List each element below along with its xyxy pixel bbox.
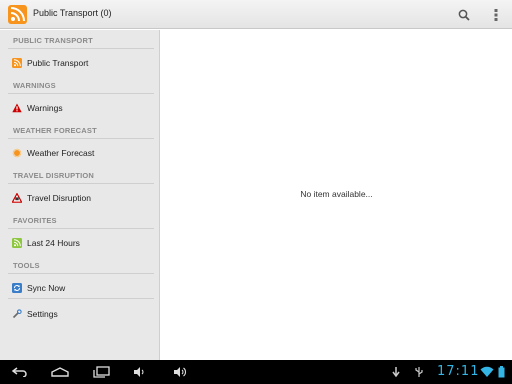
section-header-tools: TOOLS xyxy=(13,261,40,270)
back-button[interactable] xyxy=(8,363,32,381)
home-button[interactable] xyxy=(48,363,72,381)
divider xyxy=(8,183,154,184)
usb-icon xyxy=(413,365,425,379)
overflow-menu-icon xyxy=(494,8,498,21)
section-header-public-transport: PUBLIC TRANSPORT xyxy=(13,36,93,45)
divider xyxy=(8,48,154,49)
overflow-menu-button[interactable] xyxy=(484,3,508,26)
sidebar-item-settings[interactable]: Settings xyxy=(8,305,154,323)
volume-down-button[interactable] xyxy=(128,363,152,381)
sidebar-item-label: Public Transport xyxy=(27,58,89,68)
settings-icon xyxy=(12,309,22,319)
sun-icon xyxy=(12,148,22,158)
volume-down-icon xyxy=(134,367,144,377)
divider xyxy=(8,298,154,299)
download-icon xyxy=(390,365,402,379)
sidebar-item-label: Last 24 Hours xyxy=(27,238,80,248)
sidebar-item-weather-forecast[interactable]: Weather Forecast xyxy=(8,144,154,162)
section-header-weather-forecast: WEATHER FORECAST xyxy=(13,126,97,135)
divider xyxy=(8,273,154,274)
sidebar-item-warnings[interactable]: Warnings xyxy=(8,99,154,117)
divider xyxy=(8,138,154,139)
sidebar-item-travel-disruption[interactable]: Travel Disruption xyxy=(8,189,154,207)
empty-state-message: No item available... xyxy=(300,189,373,199)
rss-icon xyxy=(12,238,22,248)
section-header-travel-disruption: TRAVEL DISRUPTION xyxy=(13,171,95,180)
system-bar: 17:11 xyxy=(0,360,512,384)
sidebar-item-sync-now[interactable]: Sync Now xyxy=(8,279,154,297)
search-button[interactable] xyxy=(452,3,476,26)
recent-apps-button[interactable] xyxy=(89,363,113,381)
rss-icon xyxy=(12,58,22,68)
sidebar-item-label: Sync Now xyxy=(27,283,66,293)
sidebar-item-label: Travel Disruption xyxy=(27,193,91,203)
sync-icon xyxy=(12,283,22,293)
divider xyxy=(8,228,154,229)
sidebar-item-last-24-hours[interactable]: Last 24 Hours xyxy=(8,234,154,252)
section-header-favorites: FAVORITES xyxy=(13,216,57,225)
section-header-warnings: WARNINGS xyxy=(13,81,56,90)
battery-icon xyxy=(497,365,505,379)
divider xyxy=(8,93,154,94)
home-icon xyxy=(51,367,69,377)
disruption-icon xyxy=(12,193,22,203)
page-title: Public Transport (0) xyxy=(33,8,112,18)
volume-up-icon xyxy=(174,367,186,377)
wifi-icon xyxy=(480,365,494,379)
sidebar-item-label: Settings xyxy=(27,309,58,319)
clock: 17:11 xyxy=(437,364,480,379)
sidebar: PUBLIC TRANSPORT Public Transport WARNIN… xyxy=(0,30,160,360)
recent-apps-icon xyxy=(93,366,110,378)
volume-up-button[interactable] xyxy=(168,363,192,381)
sidebar-item-label: Warnings xyxy=(27,103,63,113)
back-icon xyxy=(11,367,27,377)
warning-icon xyxy=(12,103,22,113)
sidebar-item-public-transport[interactable]: Public Transport xyxy=(8,54,154,72)
search-icon xyxy=(458,9,470,21)
rss-icon[interactable] xyxy=(8,5,27,24)
action-bar: Public Transport (0) xyxy=(0,0,512,29)
sidebar-item-label: Weather Forecast xyxy=(27,148,95,158)
content-area: No item available... xyxy=(161,30,512,360)
